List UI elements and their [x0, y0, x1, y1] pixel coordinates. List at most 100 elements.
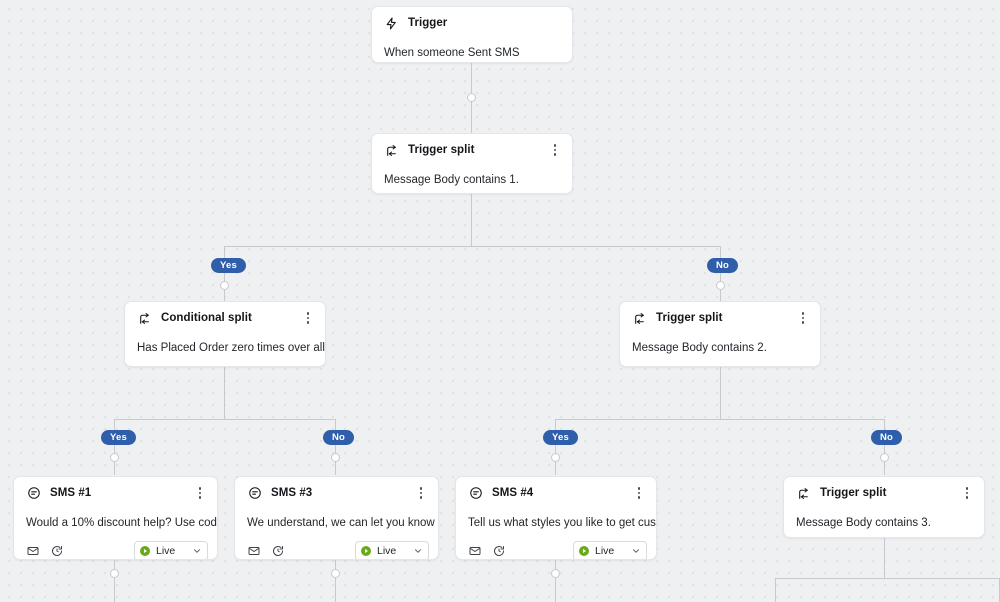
node-sms-1-title: SMS #1	[50, 487, 193, 499]
node-conditional-split[interactable]: Conditional split Has Placed Order zero …	[124, 301, 326, 367]
node-sms-4-status-dropdown[interactable]: Live	[573, 541, 647, 560]
node-sms-3-footer-icons	[247, 545, 355, 558]
node-trigger-split-root-body: Message Body contains 1.	[372, 166, 572, 193]
node-sms-1-footer: Live	[14, 536, 217, 560]
lightning-bolt-icon	[384, 16, 399, 31]
node-sms-3-header: SMS #3	[235, 477, 438, 509]
node-trigger-body: When someone Sent SMS	[372, 39, 572, 63]
edge-handle-dot[interactable]	[716, 281, 725, 290]
edge-handle-dot[interactable]	[110, 569, 119, 578]
live-status-icon	[579, 546, 589, 556]
edge-handle-dot[interactable]	[110, 453, 119, 462]
node-sms-3-status-dropdown[interactable]: Live	[355, 541, 429, 560]
branch-badge-cond-yes[interactable]: Yes	[101, 430, 136, 445]
node-trigger-split-root-header: Trigger split	[372, 134, 572, 166]
node-sms-4-header: SMS #4	[456, 477, 656, 509]
node-trigger-split-3-body: Message Body contains 3.	[784, 509, 984, 536]
node-sms-3-footer: Live	[235, 536, 438, 560]
edge-branch-bar-split2	[555, 419, 885, 420]
node-trigger-split-3-title: Trigger split	[820, 487, 960, 499]
node-sms-3-body: We understand, we can let you know whe…	[235, 509, 438, 536]
node-trigger-split-root[interactable]: Trigger split Message Body contains 1.	[371, 133, 573, 194]
edge-branch-bar-level1	[224, 246, 720, 247]
node-menu-kebab-icon[interactable]	[193, 485, 207, 501]
split-branch-icon	[384, 143, 399, 158]
node-menu-kebab-icon[interactable]	[301, 310, 315, 326]
node-sms-4[interactable]: SMS #4 Tell us what styles you like to g…	[455, 476, 657, 560]
clock-refresh-icon[interactable]	[50, 545, 63, 558]
node-sms-4-footer-icons	[468, 545, 573, 558]
node-sms-1-footer-icons	[26, 545, 134, 558]
node-sms-1-status-dropdown[interactable]: Live	[134, 541, 208, 560]
edge-sms3-down	[335, 560, 336, 602]
edge-cond-split-down	[224, 367, 225, 419]
split-branch-icon	[796, 486, 811, 501]
edge-split3-left-stub	[775, 578, 776, 602]
edge-handle-dot[interactable]	[467, 93, 476, 102]
node-trigger-split-2-header: Trigger split	[620, 302, 820, 334]
clock-refresh-icon[interactable]	[271, 545, 284, 558]
node-trigger-split-3-header: Trigger split	[784, 477, 984, 509]
node-trigger-header: Trigger	[372, 7, 572, 39]
node-sms-1[interactable]: SMS #1 Would a 10% discount help? Use co…	[13, 476, 218, 560]
chevron-down-icon	[630, 546, 641, 557]
edge-handle-dot[interactable]	[331, 453, 340, 462]
sms-message-icon	[247, 486, 262, 501]
live-status-icon	[361, 546, 371, 556]
node-menu-kebab-icon[interactable]	[796, 310, 810, 326]
branch-badge-root-yes[interactable]: Yes	[211, 258, 246, 273]
node-sms-4-body: Tell us what styles you like to get cust…	[456, 509, 656, 536]
node-trigger[interactable]: Trigger When someone Sent SMS	[371, 6, 573, 63]
edge-cond-yes-stub	[114, 419, 115, 475]
node-sms-4-footer: Live	[456, 536, 656, 560]
sms-message-icon	[468, 486, 483, 501]
node-menu-kebab-icon[interactable]	[632, 485, 646, 501]
node-sms-3-title: SMS #3	[271, 487, 414, 499]
edge-handle-dot[interactable]	[331, 569, 340, 578]
envelope-icon[interactable]	[468, 545, 481, 558]
edge-handle-dot[interactable]	[880, 453, 889, 462]
edge-handle-dot[interactable]	[220, 281, 229, 290]
node-menu-kebab-icon[interactable]	[960, 485, 974, 501]
edge-handle-dot[interactable]	[551, 569, 560, 578]
edge-level1-left-stub	[224, 246, 225, 302]
node-conditional-split-header: Conditional split	[125, 302, 325, 334]
node-sms-1-body: Would a 10% discount help? Use code G…	[14, 509, 217, 536]
node-trigger-title: Trigger	[408, 17, 562, 29]
node-sms-3[interactable]: SMS #3 We understand, we can let you kno…	[234, 476, 439, 560]
node-trigger-split-3[interactable]: Trigger split Message Body contains 3.	[783, 476, 985, 538]
edge-root-split-down	[471, 194, 472, 246]
clock-refresh-icon[interactable]	[492, 545, 505, 558]
edge-sms1-down	[114, 560, 115, 602]
chevron-down-icon	[191, 546, 202, 557]
branch-badge-cond-no[interactable]: No	[323, 430, 354, 445]
edge-sms4-down	[555, 560, 556, 602]
node-sms-1-header: SMS #1	[14, 477, 217, 509]
edge-split2-no-stub	[884, 419, 885, 475]
branch-badge-split2-no[interactable]: No	[871, 430, 902, 445]
edge-branch-bar-cond	[114, 419, 335, 420]
split-branch-icon	[632, 311, 647, 326]
node-sms-1-status-label: Live	[156, 545, 185, 557]
envelope-icon[interactable]	[247, 545, 260, 558]
node-conditional-split-body: Has Placed Order zero times over all tim…	[125, 334, 325, 361]
node-trigger-split-2[interactable]: Trigger split Message Body contains 2.	[619, 301, 821, 367]
node-menu-kebab-icon[interactable]	[414, 485, 428, 501]
node-trigger-split-2-body: Message Body contains 2.	[620, 334, 820, 361]
node-conditional-split-title: Conditional split	[161, 312, 301, 324]
edge-cond-no-stub	[335, 419, 336, 475]
edge-handle-dot[interactable]	[551, 453, 560, 462]
branch-badge-split2-yes[interactable]: Yes	[543, 430, 578, 445]
edge-split3-down	[884, 538, 885, 578]
chevron-down-icon	[412, 546, 423, 557]
split-branch-icon	[137, 311, 152, 326]
edge-branch-bar-split3	[775, 578, 1000, 579]
live-status-icon	[140, 546, 150, 556]
envelope-icon[interactable]	[26, 545, 39, 558]
edge-split2-yes-stub	[555, 419, 556, 475]
node-trigger-split-2-title: Trigger split	[656, 312, 796, 324]
sms-message-icon	[26, 486, 41, 501]
node-menu-kebab-icon[interactable]	[548, 142, 562, 158]
branch-badge-root-no[interactable]: No	[707, 258, 738, 273]
flow-canvas[interactable]: Yes No Yes No Yes No Trigger When someon…	[0, 0, 1000, 602]
